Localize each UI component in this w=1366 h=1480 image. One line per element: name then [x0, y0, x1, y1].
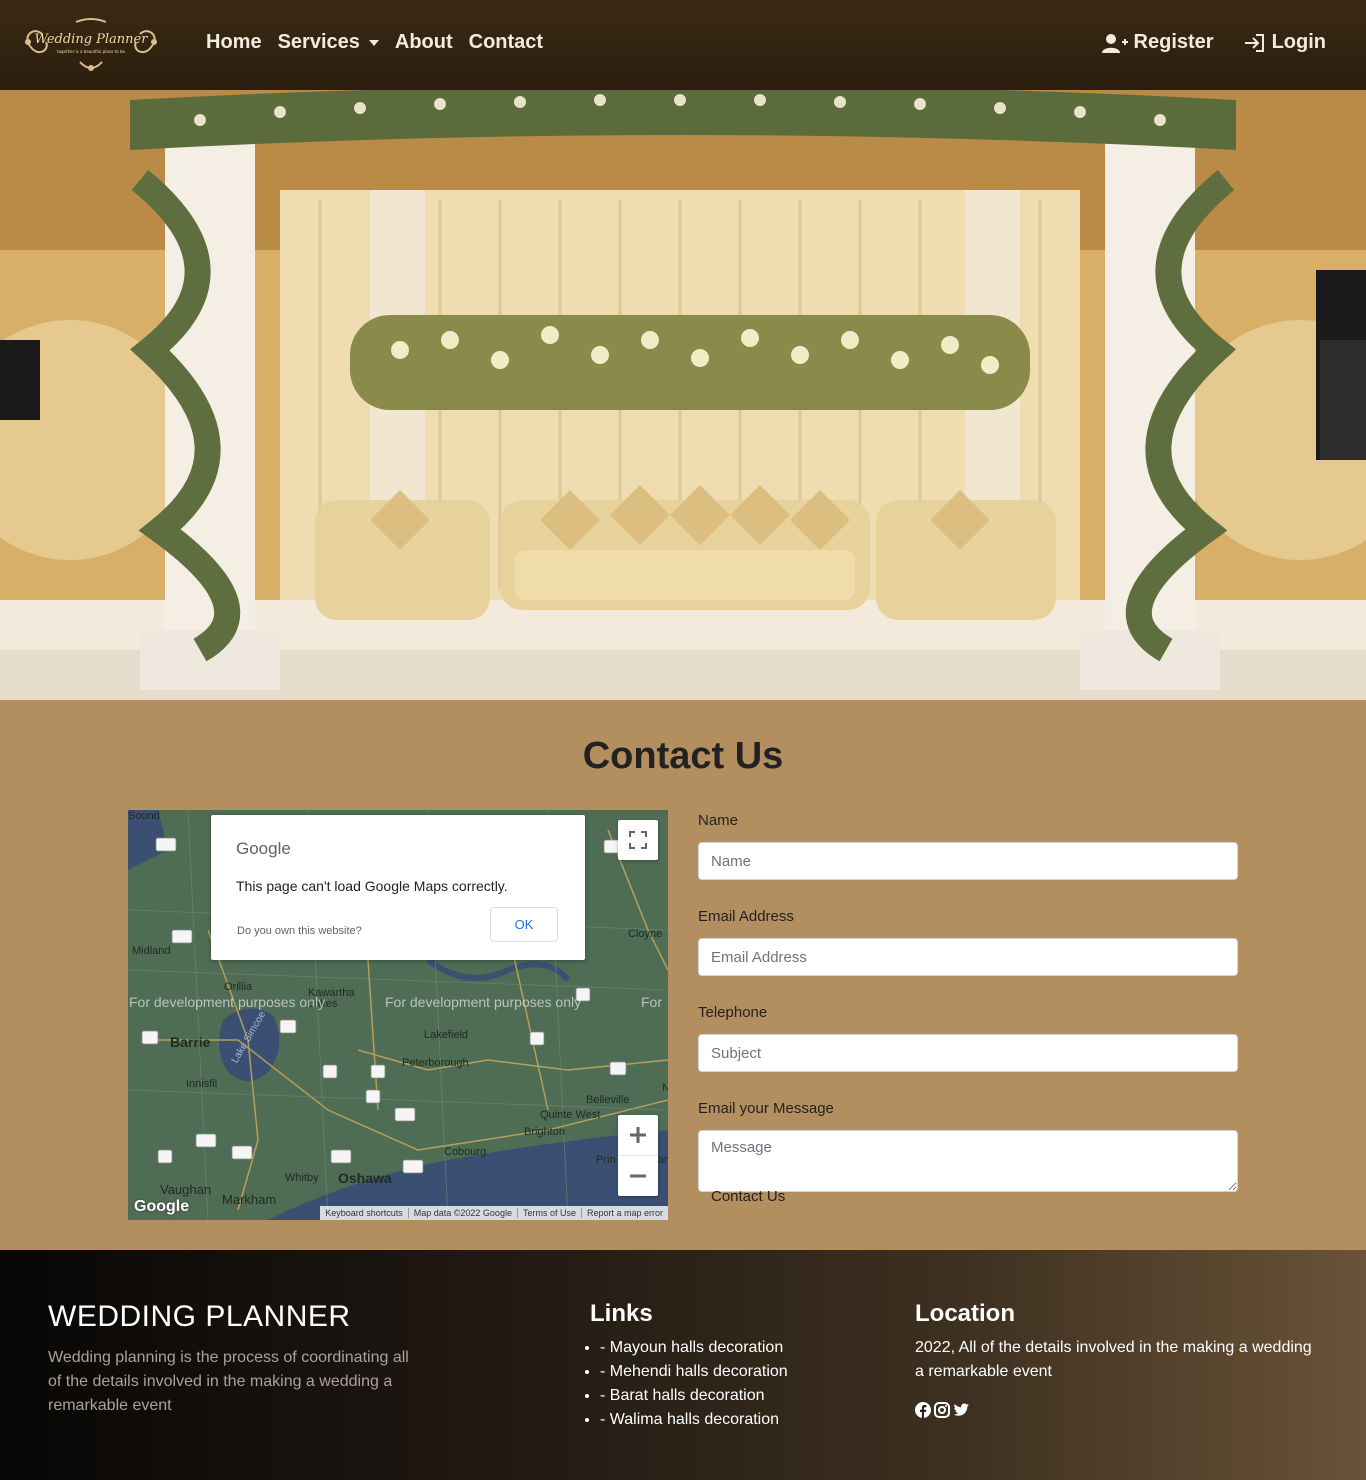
site-logo[interactable]: Wedding Planner together is a beautiful … [20, 16, 162, 74]
map-dev-watermark: For development purposes only [129, 994, 326, 1010]
plus-icon [630, 1127, 646, 1143]
map-dev-watermark: For [641, 994, 662, 1010]
footer-links-list: - Mayoun halls decoration - Mehendi hall… [590, 1336, 788, 1432]
map-place-label: Whitby [285, 1172, 319, 1184]
register-link[interactable]: Register [1101, 31, 1214, 54]
footer-link-item: - Mehendi halls decoration [600, 1360, 788, 1384]
footer-link-walima[interactable]: - Walima halls decoration [600, 1411, 779, 1428]
telephone-input[interactable] [698, 1034, 1238, 1072]
contact-submit-button[interactable]: Contact Us [698, 1182, 798, 1211]
footer-link-barat[interactable]: - Barat halls decoration [600, 1387, 765, 1404]
caret-down-icon [368, 39, 379, 46]
footer-link-item: - Barat halls decoration [600, 1384, 788, 1408]
map-place-label: N [662, 1082, 668, 1094]
zoom-out-button[interactable] [618, 1156, 658, 1196]
register-label: Register [1133, 31, 1214, 53]
map-place-label: Barrie [170, 1034, 211, 1050]
map-place-label: Quinte West [540, 1109, 601, 1121]
site-footer: WEDDING PLANNER Wedding planning is the … [0, 1250, 1366, 1480]
minus-icon [630, 1174, 646, 1177]
google-map[interactable]: Sound Midland Orillia Kawartha Lakes Bar… [128, 810, 668, 1220]
footer-location-text: 2022, All of the details involved in the… [915, 1339, 1312, 1380]
hero-image [0, 90, 1366, 700]
map-place-label: ar [658, 1154, 668, 1166]
map-place-label: Cobourg [444, 1146, 487, 1158]
map-place-label: Midland [132, 945, 171, 957]
footer-link-mehendi[interactable]: - Mehendi halls decoration [600, 1363, 788, 1380]
svg-text:together is a beautiful place: together is a beautiful place to be [57, 49, 126, 54]
map-error-dialog: Google This page can't load Google Maps … [211, 815, 585, 960]
instagram-icon[interactable] [934, 1402, 950, 1418]
contact-form: Name Email Address Telephone Email your … [698, 810, 1238, 1205]
keyboard-shortcuts-link[interactable]: Keyboard shortcuts [320, 1208, 408, 1218]
user-plus-icon [1101, 33, 1128, 53]
map-place-label: Vaughan [160, 1182, 212, 1197]
map-dev-watermark: For development purposes only [385, 994, 582, 1010]
footer-link-item: - Walima halls decoration [600, 1408, 788, 1432]
map-place-label: Brighton [524, 1126, 565, 1138]
map-place-label: Sound [128, 810, 160, 822]
nav-services-label: Services [277, 31, 360, 53]
zoom-control [618, 1115, 658, 1196]
footer-location-title: Location [915, 1300, 1015, 1327]
map-place-label: Innisfil [186, 1078, 218, 1090]
zoom-in-button[interactable] [618, 1116, 658, 1156]
social-links [915, 1402, 969, 1418]
email-label: Email Address [698, 908, 794, 925]
google-watermark: Google [134, 1198, 190, 1215]
nav-services[interactable]: Services [278, 31, 379, 54]
fullscreen-icon [629, 831, 647, 849]
map-place-label: Peterborough [402, 1057, 469, 1069]
footer-brand: WEDDING PLANNER [48, 1300, 351, 1333]
footer-link-mayoun[interactable]: - Mayoun halls decoration [600, 1339, 783, 1356]
email-input[interactable] [698, 938, 1238, 976]
nav-about[interactable]: About [395, 31, 453, 54]
report-map-error-link[interactable]: Report a map error [580, 1208, 668, 1218]
svg-text:Wedding Planner: Wedding Planner [35, 32, 149, 47]
name-input[interactable] [698, 842, 1238, 880]
map-footer: Keyboard shortcuts Map data ©2022 Google… [320, 1206, 668, 1220]
facebook-icon[interactable] [915, 1402, 931, 1418]
map-data-text: Map data ©2022 Google [407, 1208, 517, 1218]
map-place-label: Cloyne [628, 928, 663, 940]
map-place-label: Prin [596, 1154, 616, 1166]
footer-links-title: Links [590, 1300, 653, 1327]
nav-contact[interactable]: Contact [469, 31, 543, 54]
name-label: Name [698, 812, 739, 829]
login-link[interactable]: Login [1244, 31, 1326, 54]
twitter-icon[interactable] [953, 1402, 969, 1418]
footer-link-item: - Mayoun halls decoration [600, 1336, 788, 1360]
telephone-label: Telephone [698, 1004, 768, 1021]
map-error-message: This page can't load Google Maps correct… [236, 878, 508, 894]
auth-nav: Register Login [1101, 31, 1326, 54]
map-own-website-text: Do you own this website? [237, 925, 362, 937]
fullscreen-button[interactable] [618, 820, 658, 860]
nav-home[interactable]: Home [206, 31, 262, 54]
navbar: Wedding Planner together is a beautiful … [0, 0, 1366, 90]
map-place-label: Oshawa [338, 1170, 392, 1186]
map-place-label: Markham [222, 1192, 277, 1207]
contact-title: Contact Us [582, 735, 784, 777]
terms-of-use-link[interactable]: Terms of Use [516, 1208, 581, 1218]
message-label: Email your Message [698, 1100, 834, 1117]
sign-in-icon [1244, 33, 1264, 52]
footer-description: Wedding planning is the process of coord… [48, 1349, 409, 1414]
map-ok-button[interactable]: OK [490, 907, 558, 942]
login-label: Login [1271, 31, 1326, 53]
map-place-label: Lakefield [424, 1029, 469, 1041]
google-logo: Google [236, 839, 291, 858]
main-nav: Home Services About Contact [206, 31, 543, 54]
map-place-label: Orillia [224, 981, 253, 993]
map-place-label: Belleville [586, 1094, 630, 1106]
